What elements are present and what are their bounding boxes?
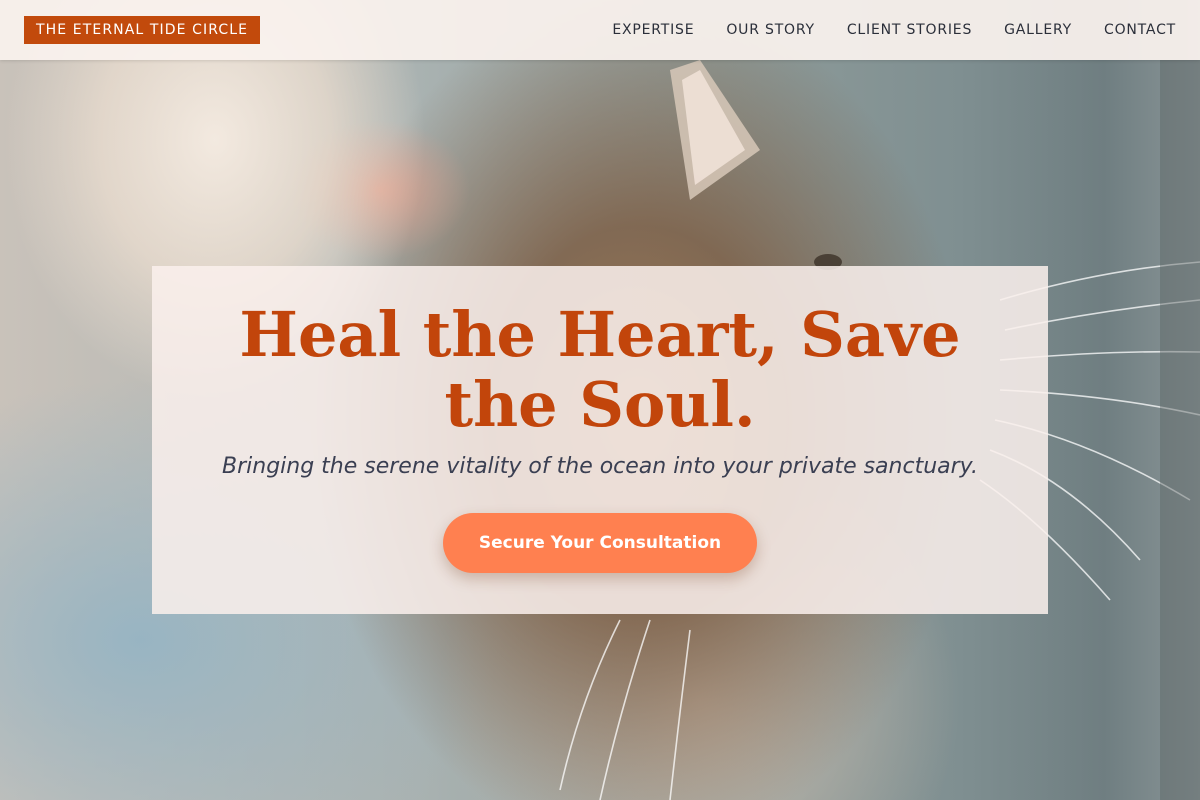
site-header: THE ETERNAL TIDE CIRCLE EXPERTISE OUR ST… [0, 0, 1200, 60]
nav-link-client-stories[interactable]: CLIENT STORIES [847, 22, 972, 38]
nav-link-expertise[interactable]: EXPERTISE [612, 22, 694, 38]
main-nav: EXPERTISE OUR STORY CLIENT STORIES GALLE… [612, 22, 1176, 38]
nav-link-gallery[interactable]: GALLERY [1004, 22, 1072, 38]
hero-subtitle: Bringing the serene vitality of the ocea… [222, 454, 978, 479]
hero-card: Heal the Heart, Save the Soul. Bringing … [152, 266, 1048, 614]
nav-link-contact[interactable]: CONTACT [1104, 22, 1176, 38]
site-logo[interactable]: THE ETERNAL TIDE CIRCLE [24, 16, 261, 44]
hero-headline: Heal the Heart, Save the Soul. [239, 298, 961, 441]
secure-consultation-button[interactable]: Secure Your Consultation [443, 513, 757, 573]
nav-link-our-story[interactable]: OUR STORY [726, 22, 815, 38]
